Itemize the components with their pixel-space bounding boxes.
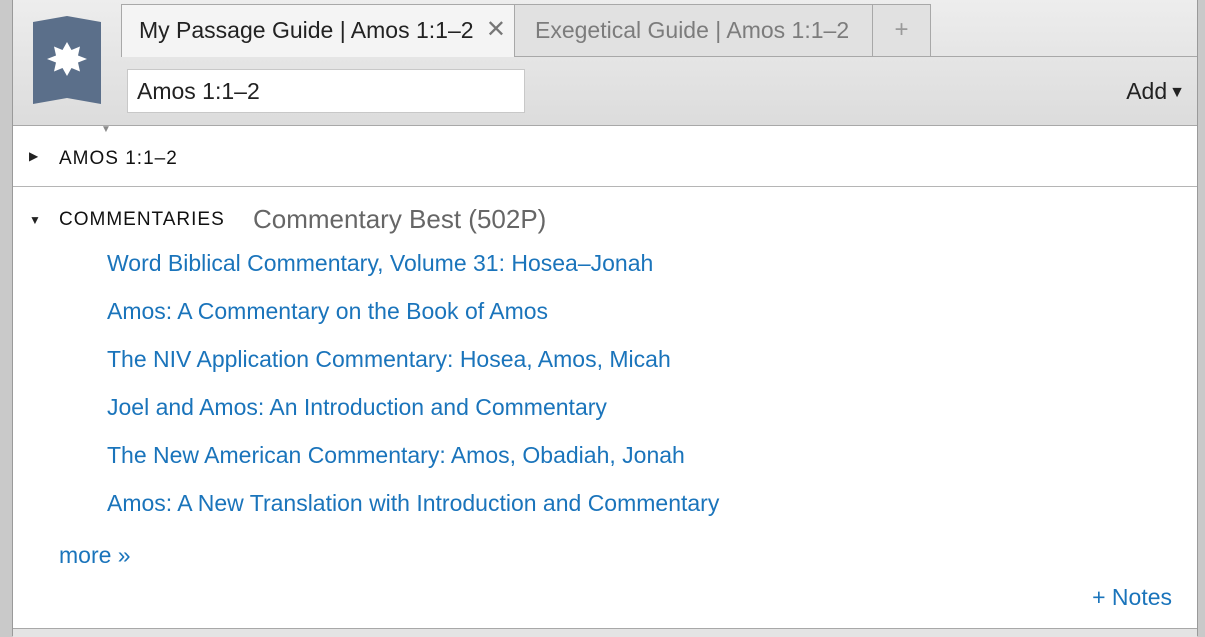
tab-my-passage-guide[interactable]: My Passage Guide | Amos 1:1–2 ✕ bbox=[121, 4, 515, 57]
add-button-label: Add bbox=[1126, 78, 1168, 104]
new-tab-button[interactable]: + bbox=[873, 4, 931, 56]
disclosure-triangle-icon[interactable]: ▶ bbox=[29, 149, 38, 163]
panel-header: ▼ My Passage Guide | Amos 1:1–2 ✕ Exeget… bbox=[13, 0, 1197, 135]
commentary-list: Word Biblical Commentary, Volume 31: Hos… bbox=[107, 250, 719, 538]
list-item: The NIV Application Commentary: Hosea, A… bbox=[107, 346, 719, 394]
commentary-link[interactable]: Amos: A Commentary on the Book of Amos bbox=[107, 298, 548, 324]
guide-badge-icon bbox=[33, 16, 101, 104]
disclosure-triangle-icon[interactable]: ▼ bbox=[29, 213, 41, 227]
list-item: Amos: A New Translation with Introductio… bbox=[107, 490, 719, 538]
panel-menu-button[interactable]: ▼ bbox=[33, 16, 111, 135]
list-item: Joel and Amos: An Introduction and Comme… bbox=[107, 394, 719, 442]
section-title-passage[interactable]: AMOS 1:1–2 bbox=[59, 148, 178, 170]
commentary-collection-name: Commentary Best (502P) bbox=[253, 204, 547, 234]
section-title-commentaries[interactable]: COMMENTARIES bbox=[59, 209, 225, 231]
reference-input[interactable] bbox=[127, 69, 525, 113]
list-item: The New American Commentary: Amos, Obadi… bbox=[107, 442, 719, 490]
close-icon[interactable]: ✕ bbox=[486, 5, 506, 55]
commentary-link[interactable]: The NIV Application Commentary: Hosea, A… bbox=[107, 346, 671, 372]
tab-bar: My Passage Guide | Amos 1:1–2 ✕ Exegetic… bbox=[121, 0, 1197, 57]
add-notes-link[interactable]: + Notes bbox=[1092, 584, 1172, 611]
section-commentaries: ▼ COMMENTARIES Commentary Best (502P) Wo… bbox=[13, 188, 1197, 628]
tab-exegetical-guide[interactable]: Exegetical Guide | Amos 1:1–2 bbox=[515, 4, 873, 56]
list-item: Amos: A Commentary on the Book of Amos bbox=[107, 298, 719, 346]
tab-label: Exegetical Guide | Amos 1:1–2 bbox=[535, 17, 850, 43]
list-item: Word Biblical Commentary, Volume 31: Hos… bbox=[107, 250, 719, 298]
passage-guide-window: ▼ My Passage Guide | Amos 1:1–2 ✕ Exeget… bbox=[12, 0, 1198, 637]
commentary-link[interactable]: Joel and Amos: An Introduction and Comme… bbox=[107, 394, 607, 420]
dropdown-arrow-icon: ▼ bbox=[1169, 84, 1185, 101]
tab-label: My Passage Guide | Amos 1:1–2 bbox=[139, 17, 474, 43]
more-link[interactable]: more » bbox=[59, 542, 131, 569]
section-passage: ▶ AMOS 1:1–2 bbox=[13, 127, 1197, 187]
commentary-link[interactable]: Amos: A New Translation with Introductio… bbox=[107, 490, 719, 516]
add-button[interactable]: Add ▼ bbox=[1126, 78, 1185, 105]
commentary-link[interactable]: The New American Commentary: Amos, Obadi… bbox=[107, 442, 685, 468]
commentary-link[interactable]: Word Biblical Commentary, Volume 31: Hos… bbox=[107, 250, 653, 276]
